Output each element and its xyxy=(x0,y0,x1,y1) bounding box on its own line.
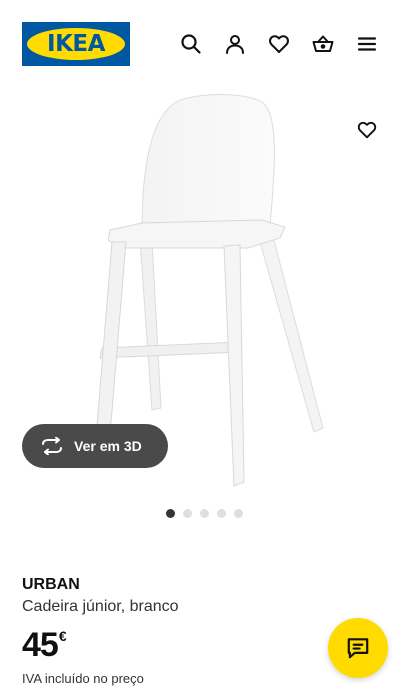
vat-note: IVA incluído no preço xyxy=(22,671,144,686)
product-price: 45€ xyxy=(22,626,67,665)
chat-icon xyxy=(347,638,369,659)
pagination-dot[interactable] xyxy=(234,509,243,518)
rotate-3d-icon xyxy=(42,437,62,455)
menu-icon[interactable] xyxy=(352,29,382,59)
header: IKEA xyxy=(0,0,410,90)
price-currency: € xyxy=(58,628,67,644)
view-3d-button[interactable]: Ver em 3D xyxy=(22,424,168,468)
view-3d-label: Ver em 3D xyxy=(74,438,142,454)
product-description: Cadeira júnior, branco xyxy=(22,598,179,615)
pagination-dot[interactable] xyxy=(217,509,226,518)
gallery-pagination xyxy=(166,509,243,519)
logo-text: IKEA xyxy=(47,30,105,57)
ikea-logo[interactable]: IKEA xyxy=(22,22,130,66)
pagination-dot-active[interactable] xyxy=(166,509,175,518)
price-value: 45 xyxy=(22,626,59,664)
chat-button[interactable] xyxy=(328,618,388,678)
pagination-dot[interactable] xyxy=(183,509,192,518)
pagination-dot[interactable] xyxy=(200,509,209,518)
basket-icon[interactable] xyxy=(308,29,338,59)
product-name: URBAN xyxy=(22,576,80,593)
wishlist-heart-icon[interactable] xyxy=(352,115,382,145)
search-icon[interactable] xyxy=(176,29,206,59)
logo-oval: IKEA xyxy=(27,28,125,60)
account-icon[interactable] xyxy=(220,29,250,59)
heart-icon[interactable] xyxy=(264,29,294,59)
